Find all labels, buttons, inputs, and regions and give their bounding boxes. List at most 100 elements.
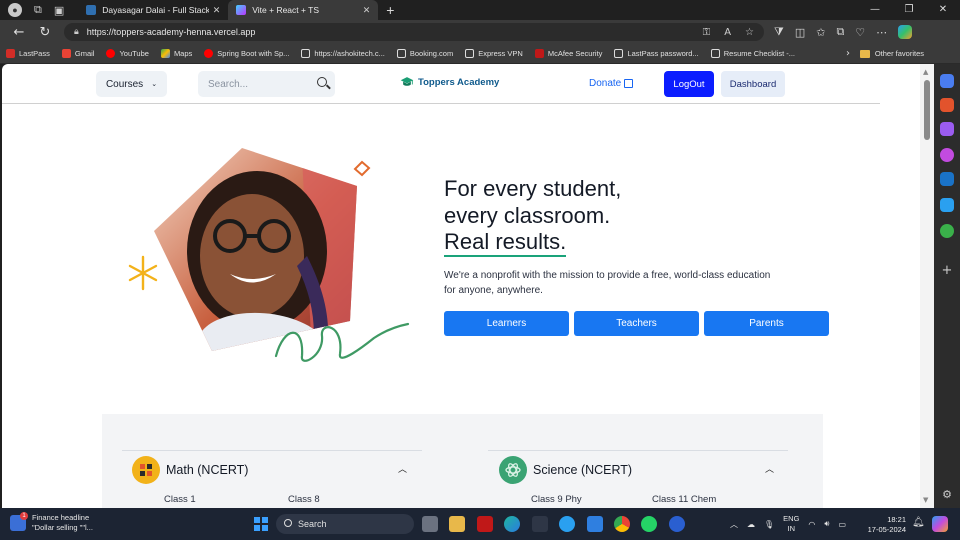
- collections-icon[interactable]: ⧉: [836, 25, 844, 39]
- bookmark-resume-checklist[interactable]: Resume Checklist -...: [710, 49, 795, 58]
- donate-link[interactable]: Donate: [589, 78, 634, 89]
- learners-button[interactable]: Learners: [444, 311, 569, 336]
- lastpass-icon: [6, 49, 15, 58]
- sidebar-shopping-icon[interactable]: [940, 74, 954, 88]
- course-link-class-8[interactable]: Class 8: [288, 494, 320, 505]
- bookmark-youtube[interactable]: YouTube: [106, 49, 149, 58]
- bookmark-ashokitech[interactable]: https://ashokitech.c...: [301, 49, 385, 58]
- teachers-button[interactable]: Teachers: [574, 311, 699, 336]
- start-menu-icon[interactable]: [254, 517, 268, 531]
- battery-icon[interactable]: ▭: [838, 520, 846, 529]
- edge-sidebar: + ⚙: [934, 64, 960, 508]
- language-code: ENG: [783, 514, 800, 523]
- bookmark-mcafee[interactable]: McAfee Security: [534, 49, 602, 58]
- bookmark-maps[interactable]: Maps: [160, 49, 192, 58]
- tray-overflow-icon[interactable]: ︿: [730, 519, 738, 530]
- search-icon[interactable]: [317, 77, 327, 87]
- mcafee-taskbar-icon[interactable]: [477, 516, 493, 532]
- edge-taskbar-icon[interactable]: [504, 516, 520, 532]
- bookmark-spring-boot[interactable]: Spring Boot with Sp...: [204, 49, 289, 58]
- news-widget[interactable]: 1 Finance headline "Dollar selling ""l..…: [10, 512, 93, 533]
- page-scrollbar[interactable]: ▲ ▼: [920, 64, 934, 508]
- address-bar[interactable]: 🔒︎ https://toppers-academy-henna.vercel.…: [64, 23, 764, 41]
- favorite-star-icon[interactable]: ☆: [745, 27, 754, 38]
- taskbar-search[interactable]: Search: [276, 514, 414, 534]
- courses-dropdown-button[interactable]: Courses ⌄: [96, 71, 167, 97]
- tab-close-icon[interactable]: ✕: [213, 5, 221, 16]
- lock-icon[interactable]: 🔒︎: [74, 27, 79, 37]
- course-link-class-11-chem[interactable]: Class 11 Chem: [652, 494, 716, 505]
- logout-button[interactable]: LogOut: [664, 71, 714, 97]
- volume-icon[interactable]: 🔊︎: [824, 519, 829, 529]
- back-icon[interactable]: ←: [6, 25, 32, 40]
- sidebar-send-icon[interactable]: [940, 198, 954, 212]
- scroll-down-icon[interactable]: ▼: [923, 496, 928, 504]
- copilot-icon[interactable]: [898, 25, 913, 39]
- clock[interactable]: 18:21 17-05-2024: [866, 515, 906, 535]
- wifi-icon[interactable]: ◠: [808, 520, 815, 529]
- search-box[interactable]: [198, 71, 335, 97]
- bookmarks-overflow-chevron-icon[interactable]: ›: [846, 48, 850, 59]
- chrome-taskbar-icon[interactable]: [614, 516, 630, 532]
- notifications-bell-icon[interactable]: 🔔︎: [912, 517, 925, 528]
- teams-taskbar-icon[interactable]: [532, 516, 548, 532]
- restore-icon[interactable]: ❐: [892, 0, 926, 20]
- minimize-icon[interactable]: —: [858, 0, 892, 20]
- microphone-icon[interactable]: 🎙︎: [764, 520, 774, 529]
- course-link-class-9-phy[interactable]: Class 9 Phy: [531, 494, 582, 505]
- tab-favicon-icon: [236, 5, 247, 15]
- site-logo[interactable]: Toppers Academy: [400, 76, 499, 88]
- extensions-icon[interactable]: ⧩: [774, 25, 784, 39]
- course-link-class-1[interactable]: Class 1: [164, 494, 196, 505]
- chevron-up-icon[interactable]: ︿: [398, 462, 407, 475]
- parents-button[interactable]: Parents: [704, 311, 829, 336]
- bookmark-expressvpn[interactable]: Express VPN: [465, 49, 523, 58]
- sidebar-settings-icon[interactable]: ⚙: [940, 488, 954, 502]
- scrollbar-thumb[interactable]: [924, 80, 930, 140]
- search-input[interactable]: [208, 78, 308, 90]
- browser-essentials-icon[interactable]: ♡: [855, 26, 865, 39]
- split-screen-icon[interactable]: ◫: [795, 26, 805, 39]
- vscode-taskbar-icon[interactable]: [587, 516, 603, 532]
- new-tab-button[interactable]: +: [386, 2, 394, 18]
- sidebar-add-icon[interactable]: +: [940, 264, 954, 278]
- profile-avatar-icon[interactable]: ●: [8, 3, 22, 17]
- other-favorites-folder[interactable]: Other favorites: [859, 49, 924, 58]
- tab-portfolio[interactable]: Dayasagar Dalai - Full Stack Developer ✕: [78, 0, 228, 20]
- whatsapp-taskbar-icon[interactable]: [641, 516, 657, 532]
- tab-actions-icon[interactable]: ▣: [54, 4, 64, 17]
- subject-science-header[interactable]: Science (NCERT): [499, 456, 632, 484]
- task-view-icon[interactable]: [422, 516, 438, 532]
- app-taskbar-icon[interactable]: [669, 516, 685, 532]
- read-aloud-icon[interactable]: A: [724, 27, 731, 38]
- more-menu-icon[interactable]: ⋯: [876, 26, 887, 39]
- sidebar-tree-icon[interactable]: [940, 224, 954, 238]
- sidebar-outlook-icon[interactable]: [940, 172, 954, 186]
- refresh-icon[interactable]: ↻: [32, 25, 58, 40]
- key-icon[interactable]: ⚿: [703, 27, 711, 38]
- donate-label: Donate: [589, 78, 622, 89]
- subject-math-header[interactable]: Math (NCERT): [132, 456, 248, 484]
- onedrive-icon[interactable]: ☁: [747, 520, 755, 529]
- sidebar-games-icon[interactable]: [940, 122, 954, 136]
- copilot-taskbar-icon[interactable]: [559, 516, 575, 532]
- favorites-icon[interactable]: ✩: [816, 26, 825, 39]
- scroll-up-icon[interactable]: ▲: [923, 68, 928, 76]
- tab-close-icon[interactable]: ✕: [363, 5, 371, 16]
- chevron-up-icon[interactable]: ︿: [765, 462, 774, 475]
- sidebar-tools-icon[interactable]: [940, 98, 954, 112]
- workspaces-icon[interactable]: ⧉: [34, 3, 42, 17]
- tab-vite-react[interactable]: Vite + React + TS ✕: [228, 0, 379, 20]
- copilot-tray-icon[interactable]: [932, 516, 948, 532]
- close-window-icon[interactable]: ✕: [926, 0, 960, 20]
- language-indicator[interactable]: ENG IN: [783, 514, 799, 534]
- sidebar-copilot-icon[interactable]: [940, 148, 954, 162]
- file-explorer-icon[interactable]: [449, 516, 465, 532]
- bookmark-booking[interactable]: Booking.com: [396, 49, 453, 58]
- bookmark-gmail[interactable]: Gmail: [61, 49, 94, 58]
- bookmark-lastpass-password[interactable]: LastPass password...: [614, 49, 699, 58]
- mcafee-icon: [534, 49, 544, 58]
- dashboard-button[interactable]: Dashboard: [721, 71, 785, 97]
- bookmark-lastpass[interactable]: LastPass: [6, 49, 50, 58]
- hero-title-line2: every classroom.: [444, 202, 611, 228]
